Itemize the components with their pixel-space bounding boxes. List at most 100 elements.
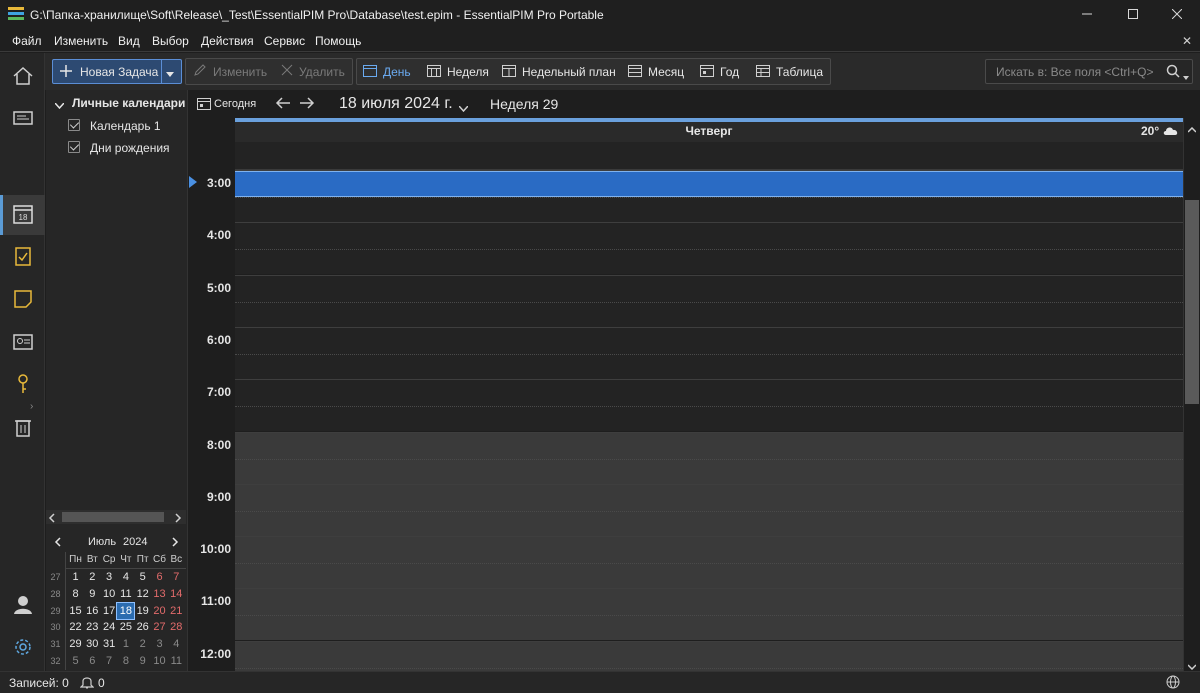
nav-notes[interactable] [8, 286, 37, 315]
date-dropdown-icon[interactable] [458, 101, 469, 115]
scroll-up-icon[interactable] [1187, 122, 1197, 136]
scroll-thumb[interactable] [62, 512, 164, 522]
birthdays-checkbox[interactable] [68, 141, 80, 153]
view-table-button[interactable]: Таблица [756, 59, 823, 84]
week-number[interactable]: 27 [47, 569, 64, 585]
week-number[interactable]: 29 [47, 603, 64, 619]
mini-calendar-day[interactable]: 3 [101, 569, 118, 585]
arrow-left-icon[interactable] [275, 96, 291, 113]
mini-calendar-day[interactable]: 26 [134, 619, 151, 635]
mini-calendar-day[interactable]: 5 [67, 653, 84, 669]
menu-tools[interactable]: Сервис [264, 34, 305, 48]
mini-calendar-day[interactable]: 11 [168, 653, 185, 669]
mini-calendar-day[interactable]: 28 [168, 619, 185, 635]
menu-actions[interactable]: Действия [201, 34, 254, 48]
minimize-button[interactable] [1064, 0, 1110, 30]
mini-calendar-month[interactable]: Июль [88, 536, 116, 548]
mini-calendar-day[interactable]: 29 [67, 636, 84, 652]
mini-calendar-day[interactable]: 20 [151, 603, 168, 619]
scroll-right-icon[interactable] [174, 512, 182, 526]
mini-calendar-year[interactable]: 2024 [123, 536, 147, 548]
current-date-label[interactable]: 18 июля 2024 г. [339, 95, 453, 113]
scroll-left-icon[interactable] [48, 512, 56, 526]
nav-home[interactable] [8, 63, 37, 92]
hour-slot[interactable] [235, 640, 1183, 671]
view-month-button[interactable]: Месяц [628, 59, 684, 84]
mini-calendar-day[interactable]: 31 [101, 636, 118, 652]
mini-calendar-day[interactable]: 4 [168, 636, 185, 652]
mini-calendar-day[interactable]: 24 [101, 619, 118, 635]
mini-calendar-day[interactable]: 8 [67, 586, 84, 602]
hour-slot[interactable] [235, 326, 1183, 379]
week-number[interactable]: 28 [47, 586, 64, 602]
today-button[interactable]: Сегодня [214, 98, 256, 110]
week-number[interactable]: 32 [47, 653, 64, 669]
sidebar-horizontal-scrollbar[interactable] [46, 510, 186, 524]
mini-calendar-day[interactable]: 19 [134, 603, 151, 619]
mini-calendar-day[interactable]: 17 [101, 603, 118, 619]
mini-calendar-day[interactable]: 16 [84, 603, 101, 619]
all-day-area[interactable] [235, 142, 1183, 170]
close-document-icon[interactable]: ✕ [1182, 34, 1192, 48]
mini-calendar-day[interactable]: 4 [117, 569, 134, 585]
mini-calendar-day[interactable]: 3 [151, 636, 168, 652]
mini-calendar-day[interactable]: 9 [84, 586, 101, 602]
mini-calendar-day[interactable]: 2 [84, 569, 101, 585]
calendar-group-label[interactable]: Личные календари [72, 96, 185, 110]
view-week-button[interactable]: Неделя [427, 59, 489, 84]
birthdays-label[interactable]: Дни рождения [90, 141, 170, 155]
mini-calendar-day[interactable]: 1 [117, 636, 134, 652]
bell-icon[interactable] [79, 675, 95, 692]
search-dropdown-icon[interactable] [1183, 69, 1189, 83]
view-day-button[interactable]: День [363, 59, 411, 84]
collapse-chevron-icon[interactable] [54, 98, 65, 112]
mini-calendar-day[interactable]: 7 [101, 653, 118, 669]
mini-calendar-day[interactable]: 7 [168, 569, 185, 585]
mini-calendar-day[interactable]: 10 [101, 586, 118, 602]
mini-calendar-day[interactable]: 6 [84, 653, 101, 669]
menu-help[interactable]: Помощь [315, 34, 361, 48]
mini-calendar-day[interactable]: 15 [67, 603, 84, 619]
nav-settings[interactable] [8, 634, 37, 663]
globe-icon[interactable] [1166, 675, 1180, 692]
nav-tasks[interactable] [8, 243, 37, 272]
view-year-button[interactable]: Год [700, 59, 739, 84]
nav-trash[interactable] [8, 414, 37, 443]
week-number[interactable]: 31 [47, 636, 64, 652]
mini-calendar-day[interactable]: 10 [151, 653, 168, 669]
menu-edit[interactable]: Изменить [54, 34, 108, 48]
mini-calendar-day[interactable]: 27 [151, 619, 168, 635]
close-button[interactable] [1154, 0, 1200, 30]
nav-contacts[interactable] [8, 329, 37, 358]
chevron-down-icon[interactable] [166, 67, 174, 81]
day-column-header[interactable]: Четверг 20° [235, 118, 1183, 142]
hour-slot[interactable] [235, 483, 1183, 536]
mini-calendar-day[interactable]: 2 [134, 636, 151, 652]
calendar-1-label[interactable]: Календарь 1 [90, 119, 161, 133]
nav-mail[interactable] [8, 105, 37, 134]
edit-button[interactable]: Изменить [193, 59, 267, 84]
hour-slot[interactable] [235, 588, 1183, 641]
calendar-1-checkbox[interactable] [68, 119, 80, 131]
search-icon[interactable] [1166, 64, 1180, 81]
hour-slot[interactable] [235, 379, 1183, 432]
mini-calendar-day[interactable]: 23 [84, 619, 101, 635]
hour-slot[interactable] [235, 536, 1183, 589]
menu-file[interactable]: Файл [12, 34, 42, 48]
expand-nav-icon[interactable]: › [30, 401, 33, 412]
mini-calendar-day[interactable]: 5 [134, 569, 151, 585]
mini-calendar-day[interactable]: 6 [151, 569, 168, 585]
new-task-button[interactable]: Новая Задача [52, 59, 182, 84]
day-time-grid[interactable] [235, 170, 1183, 671]
mini-calendar-day[interactable]: 1 [67, 569, 84, 585]
hour-slot[interactable] [235, 431, 1183, 484]
mini-calendar-day[interactable]: 13 [151, 586, 168, 602]
nav-account[interactable] [8, 591, 37, 620]
hour-slot[interactable] [235, 274, 1183, 327]
maximize-button[interactable] [1110, 0, 1156, 30]
delete-button[interactable]: Удалить [281, 59, 345, 84]
mini-calendar-day[interactable]: 14 [168, 586, 185, 602]
mini-calendar-day[interactable]: 21 [168, 603, 185, 619]
mini-calendar-day[interactable]: 22 [67, 619, 84, 635]
view-weekplan-button[interactable]: Недельный план [502, 59, 616, 84]
